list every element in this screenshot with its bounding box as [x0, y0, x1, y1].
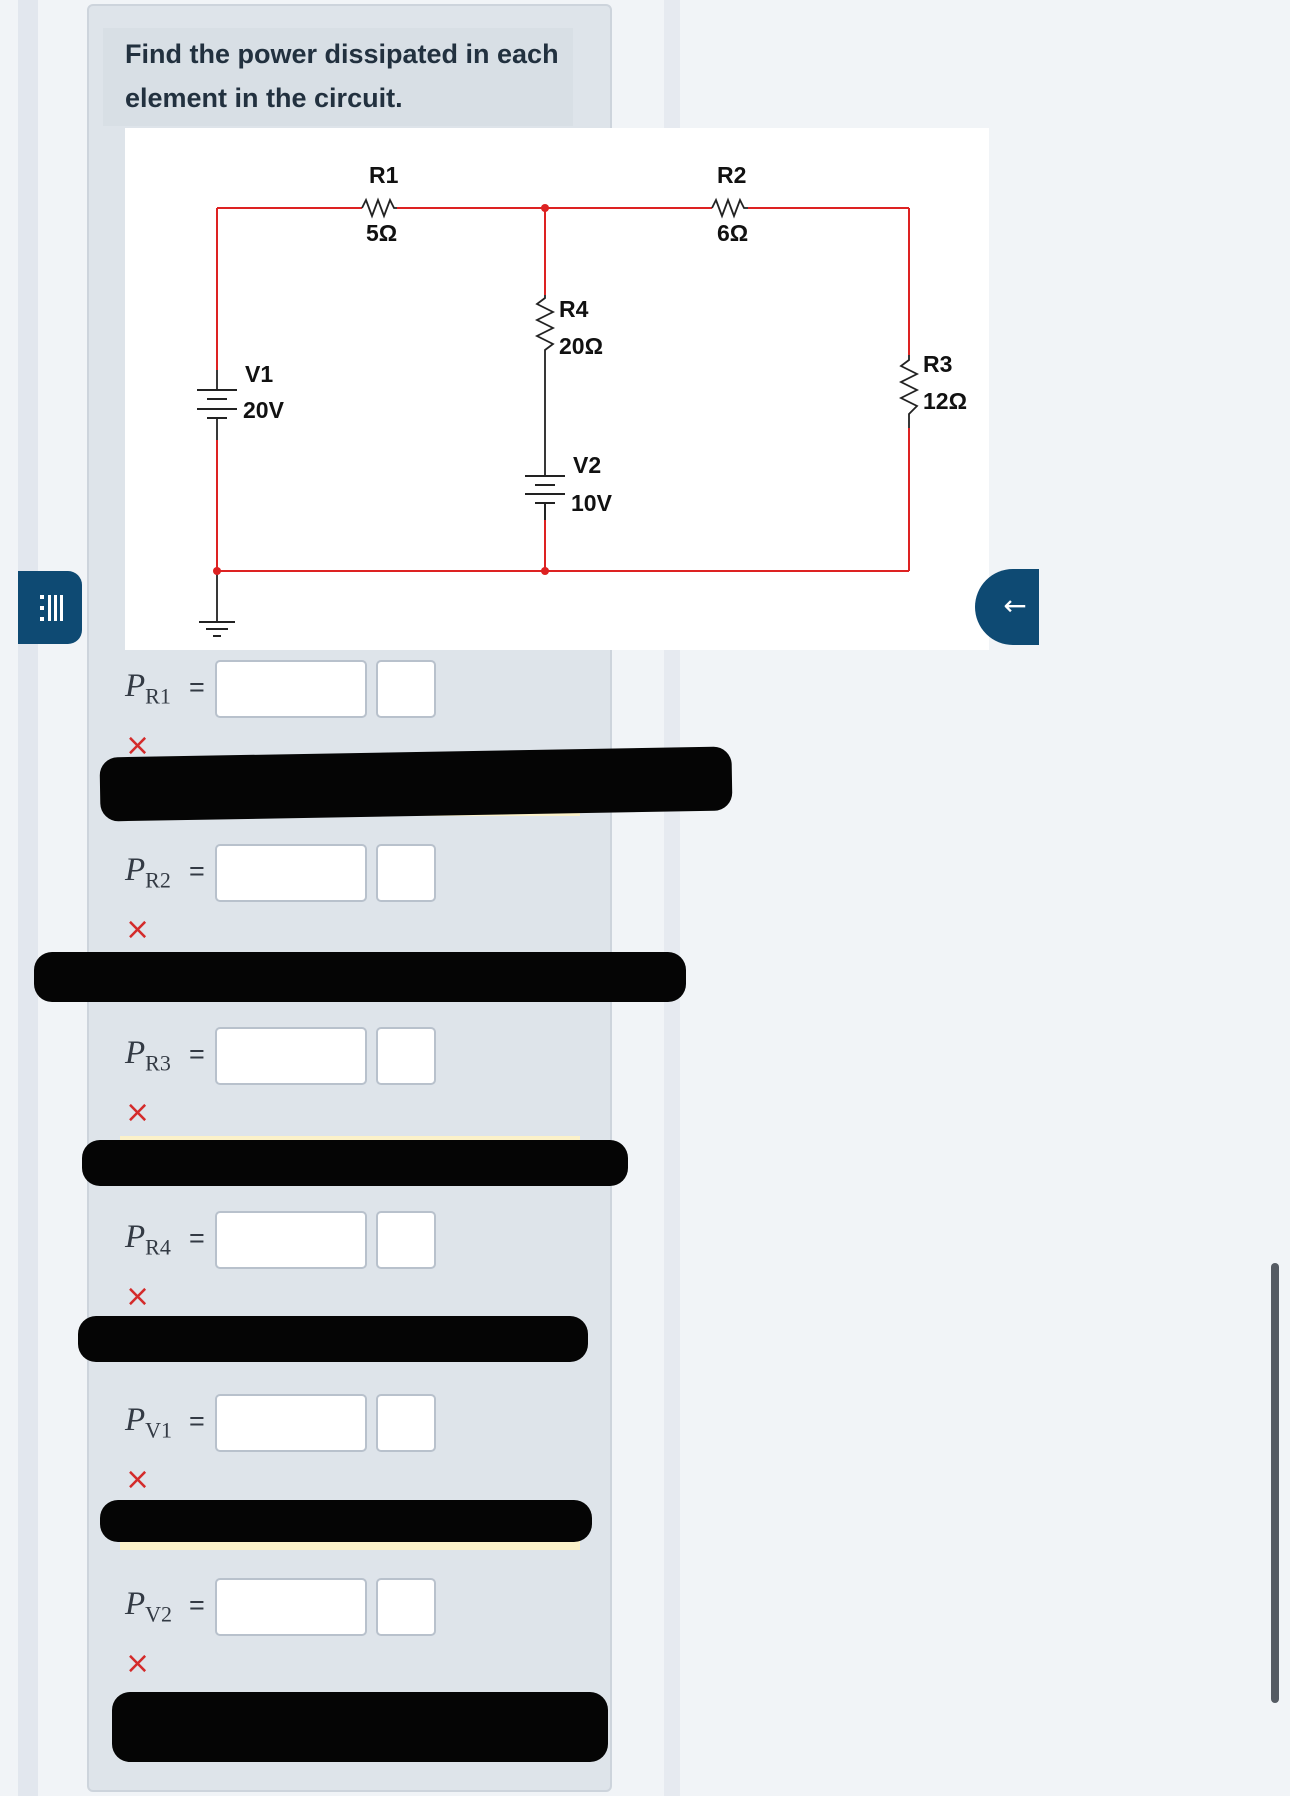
- equals-sign: =: [189, 1223, 205, 1253]
- resistor-r4: [534, 295, 556, 356]
- scrollbar-thumb[interactable]: [1271, 1263, 1279, 1703]
- battery-v1: [197, 389, 237, 419]
- unit-input-pr1[interactable]: [376, 660, 436, 718]
- battery-v2: [525, 475, 565, 520]
- incorrect-icon: ×: [125, 1095, 151, 1130]
- r2-name: R2: [717, 162, 746, 188]
- r4-name: R4: [559, 296, 589, 322]
- junction-bottom-middle: [541, 567, 549, 575]
- r1-value: 5Ω: [366, 220, 397, 246]
- answer-input-pr4[interactable]: [215, 1211, 367, 1269]
- list-icon: [40, 595, 63, 621]
- r1-name: R1: [369, 162, 399, 188]
- redaction-mark: [34, 952, 686, 1002]
- incorrect-icon: ×: [125, 1646, 151, 1681]
- circuit-diagram: R1 5Ω R2 6Ω R4 20Ω R3 12Ω V1 20V V2 10V: [125, 128, 989, 650]
- junction-top: [541, 204, 549, 212]
- resistor-r2: [711, 197, 748, 219]
- answer-input-pv2[interactable]: [215, 1578, 367, 1636]
- answer-row-pr4: PR4 =: [125, 1211, 455, 1271]
- left-rail: [18, 0, 38, 1796]
- unit-input-pr4[interactable]: [376, 1211, 436, 1269]
- menu-button[interactable]: [18, 571, 82, 644]
- redaction-mark: [99, 746, 733, 822]
- r3-value: 12Ω: [923, 388, 967, 414]
- unit-input-pr3[interactable]: [376, 1027, 436, 1085]
- answer-row-pv2: PV2 =: [125, 1578, 455, 1638]
- junctions: [213, 204, 549, 575]
- resistor-r3: [898, 355, 920, 428]
- r3-name: R3: [923, 351, 952, 377]
- v2-name: V2: [573, 452, 601, 478]
- wires-black: [216, 356, 546, 622]
- answer-label-pr1: PR1: [125, 668, 171, 709]
- answer-row-pv1: PV1 =: [125, 1394, 455, 1454]
- answer-input-pr1[interactable]: [215, 660, 367, 718]
- question-text: Find the power dissipated in each elemen…: [125, 39, 559, 113]
- answer-input-pv1[interactable]: [215, 1394, 367, 1452]
- junction-bottom-left: [213, 567, 221, 575]
- redaction-mark: [112, 1692, 608, 1762]
- unit-input-pv1[interactable]: [376, 1394, 436, 1452]
- redaction-mark: [100, 1500, 592, 1542]
- answer-label-pr2: PR2: [125, 852, 171, 893]
- unit-input-pr2[interactable]: [376, 844, 436, 902]
- wires: [216, 207, 910, 572]
- arrow-left-icon: ←: [1003, 589, 1027, 622]
- incorrect-icon: ×: [125, 1279, 151, 1314]
- resistor-r1: [361, 197, 397, 219]
- answer-row-pr2: PR2 =: [125, 844, 455, 904]
- ground-symbol: [199, 621, 235, 637]
- redaction-mark: [78, 1316, 588, 1362]
- equals-sign: =: [189, 1590, 205, 1620]
- equals-sign: =: [189, 672, 205, 702]
- answer-label-pr3: PR3: [125, 1035, 171, 1076]
- equals-sign: =: [189, 1406, 205, 1436]
- answer-label-pr4: PR4: [125, 1219, 171, 1260]
- r4-value: 20Ω: [559, 333, 603, 359]
- answer-row-pr3: PR3 =: [125, 1027, 455, 1087]
- r2-value: 6Ω: [717, 220, 748, 246]
- unit-input-pv2[interactable]: [376, 1578, 436, 1636]
- incorrect-icon: ×: [125, 912, 151, 947]
- v2-value: 10V: [571, 490, 613, 516]
- answer-label-pv2: PV2: [125, 1586, 173, 1627]
- v1-value: 20V: [243, 397, 285, 423]
- circuit-svg: R1 5Ω R2 6Ω R4 20Ω R3 12Ω V1 20V V2 10V: [197, 162, 967, 637]
- answer-input-pr3[interactable]: [215, 1027, 367, 1085]
- v1-name: V1: [245, 361, 273, 387]
- incorrect-icon: ×: [125, 1462, 151, 1497]
- answer-input-pr2[interactable]: [215, 844, 367, 902]
- answer-row-pr1: PR1 =: [125, 660, 455, 720]
- answer-label-pv1: PV1: [125, 1402, 173, 1443]
- redaction-mark: [82, 1140, 628, 1186]
- equals-sign: =: [189, 1039, 205, 1069]
- equals-sign: =: [189, 856, 205, 886]
